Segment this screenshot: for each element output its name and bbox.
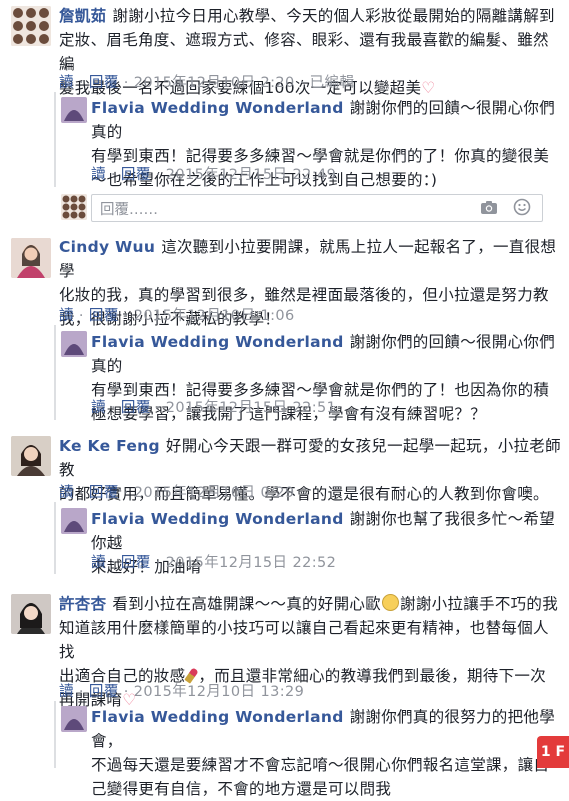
comment-author[interactable]: Ke Ke Feng [59,437,160,455]
reply-link[interactable]: 回覆 [89,485,119,501]
avatar[interactable] [11,436,51,476]
reply-date[interactable]: 2015年12月15日 22:51 [166,400,337,416]
reply-actions: 讀 · 回覆 · 2015年12月15日 22:51 [91,400,337,416]
smile-emoji-icon [382,594,400,611]
comment-actions: 讀 · 回覆 · 2015年12月10日 0:29 [59,485,295,501]
reply-actions: 讀 · 回覆 · 2015年12月15日 22:49 [91,167,337,183]
reply-actions: 讀 · 回覆 · 2015年12月15日 22:52 [91,555,337,571]
reply-author[interactable]: Flavia Wedding Wonderland [91,333,344,351]
page-avatar[interactable] [61,706,87,732]
comment-author[interactable]: 詹凱茹 [59,7,106,25]
like-link[interactable]: 讀 [91,400,106,416]
like-link[interactable]: 讀 [59,485,74,501]
reply-author[interactable]: Flavia Wedding Wonderland [91,708,344,726]
page-avatar[interactable] [61,331,87,357]
reply-author[interactable]: Flavia Wedding Wonderland [91,99,344,117]
comment-actions: 讀 · 回覆 · 2015年12月10日 2:20 · 已編輯 [59,75,355,91]
reply-composer-input[interactable]: 回覆…… [91,194,543,222]
comment-actions: 讀 · 回覆 · 2015年12月10日 13:29 [59,684,305,700]
reply-date[interactable]: 2015年12月15日 22:49 [166,167,337,183]
camera-icon[interactable] [480,200,498,215]
reply-author[interactable]: Flavia Wedding Wonderland [91,510,344,528]
reply-link[interactable]: 回覆 [121,400,151,416]
like-link[interactable]: 讀 [59,75,74,91]
page-avatar[interactable] [61,97,87,123]
like-link[interactable]: 讀 [91,555,106,571]
comment-actions: 讀 · 回覆 · 2015年12月10日 1:06 [59,308,295,324]
like-link[interactable]: 讀 [91,167,106,183]
page-avatar[interactable] [61,508,87,534]
reply-date[interactable]: 2015年12月15日 22:52 [166,555,337,571]
comment-date[interactable]: 2015年12月10日 0:29 [134,485,295,501]
emoji-icon[interactable] [513,198,531,216]
reply-link[interactable]: 回覆 [121,167,151,183]
reply-link[interactable]: 回覆 [89,684,119,700]
comment-author[interactable]: 許杏杏 [59,595,106,613]
reply-body: Flavia Wedding Wonderland 謝謝你們真的很努力的把他學會，… [91,708,556,798]
reply-link[interactable]: 回覆 [121,555,151,571]
composer-placeholder: 回覆…… [100,202,158,218]
comment-author[interactable]: Cindy Wuu [59,238,155,256]
comment-date[interactable]: 2015年12月10日 1:06 [134,308,295,324]
reply-link[interactable]: 回覆 [89,75,119,91]
edited-label[interactable]: 已編輯 [310,75,355,91]
avatar[interactable] [11,238,51,278]
composer-avatar [61,194,87,220]
like-link[interactable]: 讀 [59,684,74,700]
notification-badge[interactable]: 1 F [537,736,569,768]
like-link[interactable]: 讀 [59,308,74,324]
reply-link[interactable]: 回覆 [89,308,119,324]
avatar[interactable] [11,594,51,634]
avatar[interactable] [11,6,51,46]
comment-date[interactable]: 2015年12月10日 2:20 [134,75,295,91]
comment-date[interactable]: 2015年12月10日 13:29 [134,684,305,700]
